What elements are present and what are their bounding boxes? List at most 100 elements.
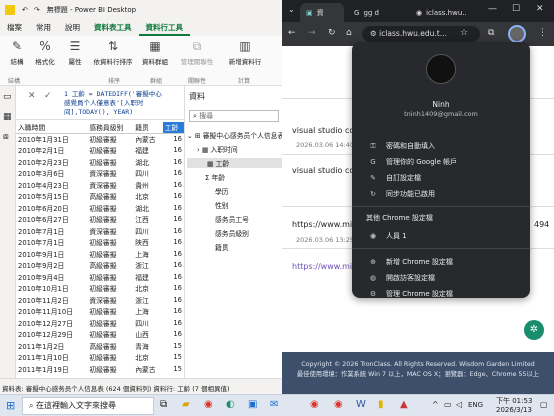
menu-add-profile[interactable]: ⊕ 新增 Chrome 設定檔 bbox=[352, 254, 530, 270]
column-header[interactable]: 工齡 bbox=[162, 122, 184, 134]
tab-table-tools[interactable]: 資料表工具 bbox=[87, 20, 139, 36]
network-icon[interactable]: ▭ bbox=[444, 400, 452, 409]
tab-column-tools[interactable]: 資料行工具 bbox=[138, 20, 190, 36]
powerbi-app-icon[interactable]: ▮ bbox=[378, 399, 384, 410]
column-header[interactable]: 感務員級别 bbox=[87, 122, 134, 134]
table-cell[interactable]: 資深審擬 bbox=[87, 225, 133, 237]
maximize-icon[interactable]: ☐ bbox=[512, 4, 520, 14]
table-cell[interactable]: 2010年2月23日 bbox=[16, 156, 87, 168]
table-cell[interactable]: 內蒙古 bbox=[133, 363, 162, 375]
field-staff-level[interactable]: 感务员級别 bbox=[215, 228, 249, 238]
windows-start-icon[interactable]: ⊞ bbox=[6, 399, 15, 412]
table-cell[interactable]: 2010年5月15日 bbox=[16, 191, 87, 203]
table-cell[interactable]: 四川 bbox=[133, 317, 162, 329]
manage-relationships-button[interactable]: ⧉ 管理關聯性 bbox=[178, 39, 216, 67]
chrome-tab-3[interactable]: ◉ iclass.hwu... bbox=[410, 3, 470, 22]
menu-customize-profile[interactable]: ✎ 自訂設定檔 bbox=[352, 170, 530, 186]
tab-help[interactable]: 說明 bbox=[58, 20, 87, 36]
table-cell[interactable]: 高級審擬 bbox=[87, 340, 133, 352]
back-icon[interactable]: ← bbox=[288, 28, 296, 38]
table-cell[interactable]: 2010年6月20日 bbox=[16, 202, 87, 214]
table-cell[interactable]: 2010年12月27日 bbox=[16, 317, 87, 329]
table-cell[interactable]: 16 bbox=[163, 237, 184, 249]
cancel-formula-icon[interactable]: ✕ bbox=[28, 91, 36, 101]
chrome-tab-2[interactable]: Ggg d bbox=[348, 3, 408, 22]
table-cell[interactable]: 初級審擬 bbox=[87, 352, 133, 364]
table-cell[interactable]: 初級審擬 bbox=[87, 306, 133, 318]
table-cell[interactable]: 北京 bbox=[133, 352, 162, 364]
menu-manage-profiles[interactable]: ⚙ 管理 Chrome 設定檔 bbox=[352, 286, 530, 302]
table-cell[interactable]: 16 bbox=[163, 248, 184, 260]
menu-google-account[interactable]: G 管理你的 Google 帳戶 bbox=[352, 154, 530, 170]
table-cell[interactable]: 江西 bbox=[133, 214, 162, 226]
table-cell[interactable]: 2010年2月1日 bbox=[16, 145, 87, 157]
extensions-icon[interactable]: ⧉ bbox=[488, 28, 494, 38]
clock-time[interactable]: 下午 01:53 bbox=[496, 396, 532, 406]
clock-date[interactable]: 2026/3/13 bbox=[496, 406, 532, 414]
profile-avatar[interactable] bbox=[508, 25, 526, 43]
column-header[interactable]: 籍贯 bbox=[133, 122, 163, 134]
close-icon[interactable]: ✕ bbox=[536, 4, 544, 14]
table-cell[interactable]: 初級審擬 bbox=[87, 248, 133, 260]
field-staff-id[interactable]: 感务员工号 bbox=[215, 214, 249, 224]
chrome-app-icon[interactable]: ◉ bbox=[204, 399, 213, 410]
table-cell[interactable]: 16 bbox=[163, 329, 184, 341]
table-cell[interactable]: 16 bbox=[163, 294, 184, 306]
table-cell[interactable]: 初級審擬 bbox=[87, 214, 133, 226]
table-cell[interactable]: 2010年4月23日 bbox=[16, 179, 87, 191]
table-cell[interactable]: 16 bbox=[163, 317, 184, 329]
table-cell[interactable]: 2010年11月2日 bbox=[16, 294, 87, 306]
table-cell[interactable]: 浙江 bbox=[133, 294, 162, 306]
table-cell[interactable]: 北京 bbox=[133, 191, 162, 203]
table-cell[interactable]: 16 bbox=[163, 179, 184, 191]
table-cell[interactable]: 青海 bbox=[133, 340, 162, 352]
formula-input[interactable]: 1 工齡 = DATEDIFF('審擬中心 感覺員个人僅意表'[入职时 间],T… bbox=[64, 90, 182, 117]
field-age[interactable]: Σ 年齡 bbox=[205, 172, 225, 182]
task-view-icon[interactable]: ⧉ bbox=[160, 399, 167, 410]
redo-icon[interactable]: ↷ bbox=[34, 6, 40, 14]
assistant-chat-icon[interactable]: ✲ bbox=[524, 320, 544, 340]
table-cell[interactable]: 2010年9月2日 bbox=[16, 260, 87, 272]
bookmark-star-icon[interactable]: ☆ bbox=[460, 28, 468, 38]
table-cell[interactable]: 上海 bbox=[133, 306, 162, 318]
item3-url[interactable]: https://www.mic bbox=[292, 220, 357, 229]
edge-icon[interactable]: ◐ bbox=[226, 399, 235, 410]
report-view-icon[interactable]: ▭ bbox=[3, 92, 12, 102]
table-cell[interactable]: 2010年7月1日 bbox=[16, 237, 87, 249]
table-cell[interactable]: 2011年1月19日 bbox=[16, 363, 87, 375]
file-explorer-icon[interactable]: ▰ bbox=[182, 399, 190, 410]
notification-icon[interactable]: ▢ bbox=[540, 400, 548, 409]
table-cell[interactable]: 貴州 bbox=[133, 179, 162, 191]
table-cell[interactable]: 15 bbox=[163, 352, 184, 364]
table-cell[interactable]: 資深審擬 bbox=[87, 294, 133, 306]
table-cell[interactable]: 2011年1月10日 bbox=[16, 352, 87, 364]
chrome-app-icon-3[interactable]: ◉ bbox=[334, 399, 343, 410]
taskbar-search-input[interactable]: ⌕ 在這裡輸入文字來搜尋 bbox=[22, 397, 154, 415]
table-cell[interactable]: 初級審擬 bbox=[87, 156, 133, 168]
table-cell[interactable]: 16 bbox=[163, 260, 184, 272]
tab-home[interactable]: 常用 bbox=[29, 20, 58, 36]
data-groups-button[interactable]: ▦ 資料群組 bbox=[138, 39, 172, 66]
table-cell[interactable]: 16 bbox=[163, 271, 184, 283]
tray-chevron-icon[interactable]: ^ bbox=[432, 400, 439, 409]
field-education[interactable]: 學历 bbox=[215, 186, 229, 196]
new-column-button[interactable]: ▥ 新增資料行 bbox=[222, 39, 268, 66]
table-cell[interactable]: 16 bbox=[163, 133, 184, 145]
column-header[interactable]: 入職時間 bbox=[16, 122, 88, 134]
table-node[interactable]: ⌄ ⊞ 審擬中心感务员个人信息表 bbox=[187, 130, 282, 140]
table-cell[interactable]: 資深審擬 bbox=[87, 179, 133, 191]
table-cell[interactable]: 2010年12月29日 bbox=[16, 329, 87, 341]
item2-title[interactable]: visual studio co bbox=[292, 166, 354, 175]
menu-guest-profile[interactable]: ◍ 開啟訪客設定檔 bbox=[352, 270, 530, 286]
table-cell[interactable]: 福建 bbox=[133, 271, 162, 283]
format-button[interactable]: % 格式化 bbox=[28, 39, 62, 66]
field-native-place[interactable]: 籍贯 bbox=[215, 242, 229, 252]
field-entry-time[interactable]: › ▦ 入职时间 bbox=[197, 144, 238, 154]
store-icon[interactable]: ▣ bbox=[248, 399, 257, 410]
app-icon[interactable]: ▲ bbox=[400, 399, 408, 410]
table-cell[interactable]: 16 bbox=[163, 283, 184, 295]
table-cell[interactable]: 內蒙古 bbox=[133, 133, 162, 145]
table-cell[interactable]: 陕西 bbox=[133, 237, 162, 249]
chrome-app-icon-2[interactable]: ◉ bbox=[310, 399, 319, 410]
home-icon[interactable]: ⌂ bbox=[346, 28, 352, 38]
